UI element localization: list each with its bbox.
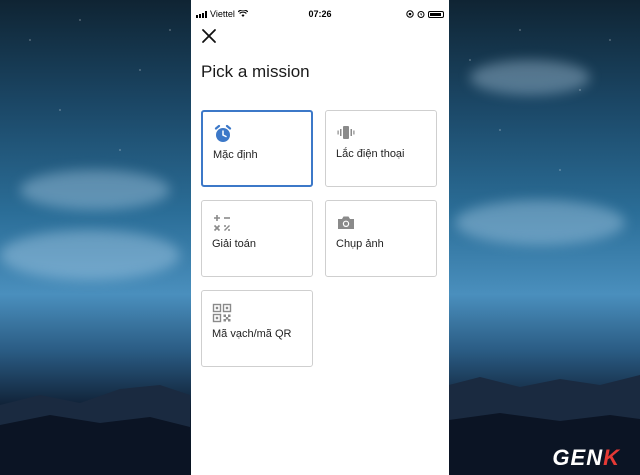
cloud [0,230,180,280]
mission-card-math[interactable]: Giải toán [201,200,313,277]
mission-card-default[interactable]: Mặc định [201,110,313,187]
wifi-icon [237,10,248,17]
mission-card-qr[interactable]: Mã vạch/mã QR [201,290,313,367]
mission-card-shake[interactable]: Lắc điện thoại [325,110,437,187]
mission-label: Mặc định [213,149,258,161]
phone-shake-icon [337,126,355,139]
mission-label: Mã vạch/mã QR [212,328,292,340]
phone-screen: Viettel 07:26 Pick a mission Mặc định Lắ… [191,0,449,475]
battery-icon [428,10,444,18]
cloud [20,170,170,210]
camera-icon [338,216,354,229]
mission-card-photo[interactable]: Chụp ảnh [325,200,437,277]
mission-label: Lắc điện thoại [336,148,405,160]
alarm-icon [417,11,425,18]
page-title: Pick a mission [201,62,310,81]
mission-label: Giải toán [212,238,257,250]
signal-icon [196,10,207,18]
status-bar: Viettel 07:26 [191,0,449,28]
qr-code-icon [212,303,232,323]
cloud [470,60,590,95]
mission-label: Chụp ảnh [336,238,384,250]
genk-watermark-logo: GENK [552,445,620,470]
alarm-clock-icon [214,124,232,142]
carrier-name: Viettel [210,9,235,19]
close-icon[interactable] [199,26,219,46]
math-operators-icon [213,215,230,232]
cloud [455,200,625,245]
orientation-lock-icon [406,10,414,18]
